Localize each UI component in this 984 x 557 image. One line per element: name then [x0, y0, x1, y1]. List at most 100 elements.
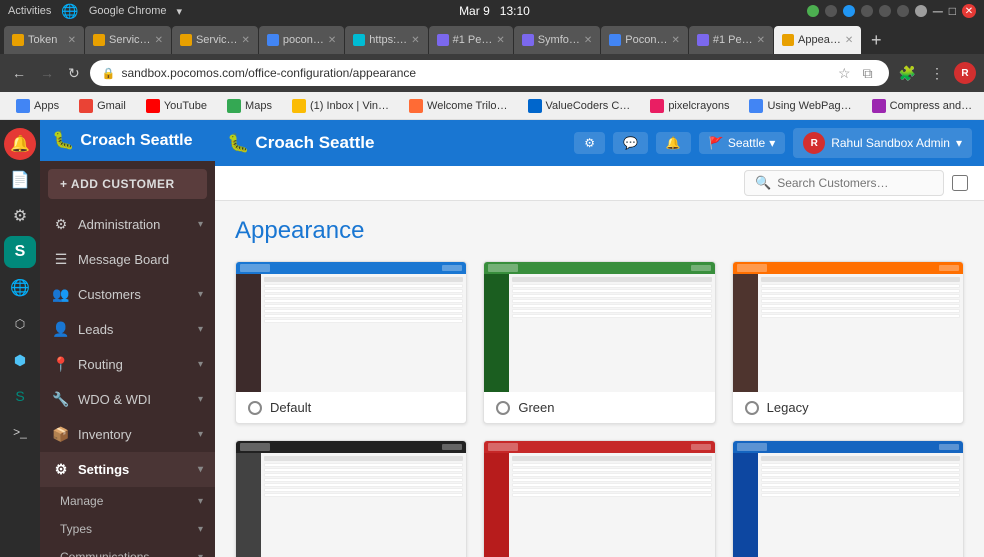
tab-token[interactable]: Token ✕ [4, 26, 84, 54]
mini-table-row [761, 314, 960, 318]
mini-sidebar [733, 274, 758, 392]
tab-https[interactable]: https:… ✕ [345, 26, 427, 54]
tab-close-btn[interactable]: ✕ [584, 35, 592, 46]
mini-table-row [264, 289, 463, 293]
mini-header-default [236, 262, 466, 274]
window-maximize-btn[interactable]: □ [949, 4, 956, 18]
youtube-icon [146, 99, 160, 113]
theme-name-green: Green [518, 400, 554, 415]
settings-dots-btn[interactable]: ⋮ [926, 61, 948, 86]
sidebar-item-administration[interactable]: ⚙ Administration ▾ [40, 207, 215, 242]
tab-pocon[interactable]: pocon… ✕ [259, 26, 344, 54]
tab-close-btn[interactable]: ✕ [155, 35, 163, 46]
extensions-puzzle-btn[interactable]: 🧩 [895, 61, 920, 86]
bookmark-apps[interactable]: Apps [8, 97, 67, 115]
sidebar-item-routing[interactable]: 📍 Routing ▾ [40, 347, 215, 382]
tab-close-btn[interactable]: ✕ [757, 35, 765, 46]
webpag-icon [749, 99, 763, 113]
mini-table-row [264, 309, 463, 313]
sidebar-subitem-manage[interactable]: Manage ▾ [40, 487, 215, 515]
routing-icon: 📍 [52, 356, 70, 373]
tab-close-btn[interactable]: ✕ [411, 35, 419, 46]
sidebar-item-wdo[interactable]: 🔧 WDO & WDI ▾ [40, 382, 215, 417]
add-customer-label: + ADD CUSTOMER [60, 177, 175, 191]
add-customer-button[interactable]: + ADD CUSTOMER [48, 169, 207, 199]
search-input[interactable] [777, 176, 917, 190]
theme-card-blue[interactable]: Blue [732, 440, 964, 557]
sidebar-item-settings[interactable]: ⚙ Settings ▾ [40, 452, 215, 487]
sidebar-item-inventory[interactable]: 📦 Inventory ▾ [40, 417, 215, 452]
sidebar-subitem-types[interactable]: Types ▾ [40, 515, 215, 543]
window-minimize-btn[interactable]: ─ [933, 3, 943, 19]
window-close-btn[interactable]: ✕ [962, 4, 976, 18]
bookmark-maps[interactable]: Maps [219, 97, 280, 115]
tab-pocon2[interactable]: Pocon… ✕ [601, 26, 688, 54]
tab-label: Pocon… [625, 34, 667, 46]
forward-btn[interactable]: → [36, 61, 58, 85]
bookmark-gmail[interactable]: Gmail [71, 97, 134, 115]
mini-body [484, 453, 714, 557]
tab-close-btn[interactable]: ✕ [672, 35, 680, 46]
tab-appearance[interactable]: Appea… ✕ [774, 26, 861, 54]
sidebar-subitem-communications[interactable]: Communications ▾ [40, 543, 215, 557]
search-checkbox[interactable] [952, 175, 968, 191]
profile-circle[interactable]: R [954, 62, 976, 84]
search-box[interactable]: 🔍 [744, 170, 944, 196]
theme-card-monochrome[interactable]: Monochrome [235, 440, 467, 557]
gear-settings-btn[interactable]: ⚙ [574, 132, 605, 154]
settings-chevron-icon: ▾ [198, 464, 203, 475]
theme-preview-legacy [733, 262, 963, 392]
gear-icon: ⚙ [584, 136, 595, 150]
tab-close-btn[interactable]: ✕ [328, 35, 336, 46]
rail-icon-terminal[interactable]: >_ [4, 416, 36, 448]
location-btn[interactable]: 🚩 Seattle ▾ [699, 132, 785, 154]
user-menu-btn[interactable]: R Rahul Sandbox Admin ▾ [793, 128, 972, 158]
rail-icon-files[interactable]: 📄 [4, 164, 36, 196]
tab-symfo[interactable]: Symfo… ✕ [514, 26, 601, 54]
brand-name: Croach Seattle [80, 132, 192, 150]
tab-pe2[interactable]: #1 Pe… ✕ [689, 26, 773, 54]
back-btn[interactable]: ← [8, 61, 30, 85]
bookmark-usingwebpag[interactable]: Using WebPag… [741, 97, 859, 115]
rail-icon-app3[interactable]: S [4, 380, 36, 412]
sidebar-item-message-board[interactable]: ☰ Message Board [40, 242, 215, 277]
theme-radio-green[interactable] [496, 401, 510, 415]
rail-icon-settings[interactable]: ⚙ [4, 200, 36, 232]
rail-icon-app2[interactable]: ⬢ [4, 344, 36, 376]
bookmark-pixelcrayons[interactable]: pixelcrayons [642, 97, 737, 115]
rail-icon-notifications[interactable]: 🔔 [4, 128, 36, 160]
tab-close-btn[interactable]: ✕ [496, 35, 504, 46]
bookmark-inbox[interactable]: (1) Inbox | Vin… [284, 97, 397, 115]
tab-pe1[interactable]: #1 Pe… ✕ [429, 26, 513, 54]
theme-card-red[interactable]: Red [483, 440, 715, 557]
theme-radio-default[interactable] [248, 401, 262, 415]
rail-icon-chrome[interactable]: 🌐 [4, 272, 36, 304]
tab-service1[interactable]: Servic… ✕ [85, 26, 171, 54]
tab-close-btn[interactable]: ✕ [845, 35, 853, 46]
new-tab-btn[interactable]: + [862, 26, 890, 54]
tab-service2[interactable]: Servic… ✕ [172, 26, 258, 54]
bookmark-compress[interactable]: Compress and… [864, 97, 981, 115]
address-input[interactable]: 🔒 sandbox.pocomos.com/office-configurati… [90, 60, 889, 86]
bookmark-valuecoders[interactable]: ValueCoders C… [520, 97, 639, 115]
tab-close-btn[interactable]: ✕ [242, 35, 250, 46]
mini-body [236, 274, 466, 392]
chat-btn[interactable]: 💬 [613, 132, 648, 154]
tab-close-btn[interactable]: ✕ [68, 35, 76, 46]
bookmark-youtube[interactable]: YouTube [138, 97, 215, 115]
sidebar-item-leads[interactable]: 👤 Leads ▾ [40, 312, 215, 347]
notifications-btn[interactable]: 🔔 [656, 132, 691, 154]
refresh-btn[interactable]: ↻ [64, 61, 84, 86]
rail-icon-skype[interactable]: S [4, 236, 36, 268]
theme-card-green[interactable]: Green [483, 261, 715, 424]
sidebar-item-customers[interactable]: 👥 Customers ▾ [40, 277, 215, 312]
extensions-icon[interactable]: ⧉ [859, 61, 877, 86]
bookmark-star-icon[interactable]: ☆ [834, 61, 855, 86]
bookmark-trilo[interactable]: Welcome Trilo… [401, 97, 515, 115]
system-bar: Activities 🌐 Google Chrome ▾ Mar 9 13:10… [0, 0, 984, 22]
theme-radio-legacy[interactable] [745, 401, 759, 415]
theme-card-default[interactable]: Default [235, 261, 467, 424]
rail-icon-app1[interactable]: ⬡ [4, 308, 36, 340]
tab-label: pocon… [283, 34, 324, 46]
theme-card-legacy[interactable]: Legacy [732, 261, 964, 424]
